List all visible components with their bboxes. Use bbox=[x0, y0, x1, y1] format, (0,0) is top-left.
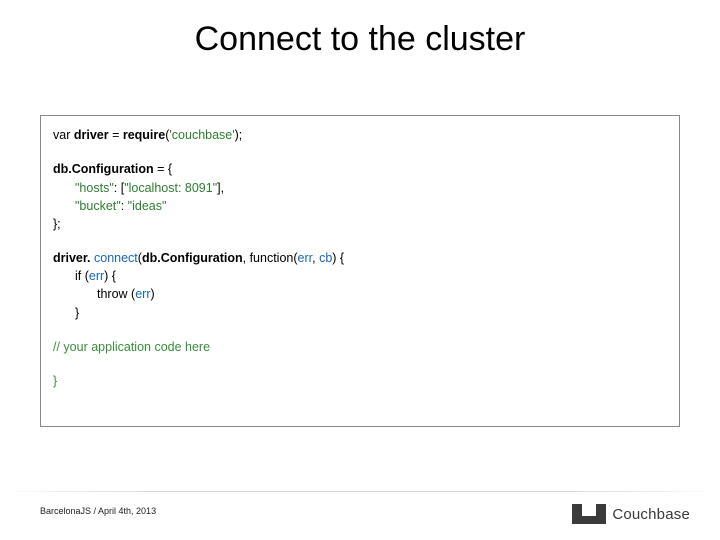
str-couchbase: 'couchbase' bbox=[169, 128, 234, 142]
code-line: } bbox=[53, 304, 667, 322]
code-line: "hosts": ["localhost: 8091"], bbox=[53, 179, 667, 197]
fn-connect: connect bbox=[94, 251, 138, 265]
blank-line bbox=[53, 322, 667, 338]
code-block: var driver = require('couchbase'); db.Co… bbox=[40, 115, 680, 427]
code-line: if (err) { bbox=[53, 267, 667, 285]
brand-logo: Couchbase bbox=[572, 504, 690, 524]
blank-line bbox=[53, 144, 667, 160]
fn-require: require bbox=[123, 128, 165, 142]
code-line: }; bbox=[53, 215, 667, 233]
blank-line bbox=[53, 356, 667, 372]
code-line: // your application code here bbox=[53, 338, 667, 356]
comment: your application code here bbox=[63, 340, 210, 354]
code-line: var driver = require('couchbase'); bbox=[53, 126, 667, 144]
couchbase-icon bbox=[572, 504, 606, 524]
code-line: } bbox=[53, 372, 667, 390]
id-driver: driver bbox=[74, 128, 109, 142]
slide: Connect to the cluster var driver = requ… bbox=[0, 0, 720, 540]
id-dbconfig: db.Configuration bbox=[53, 162, 154, 176]
slide-title: Connect to the cluster bbox=[0, 20, 720, 59]
divider bbox=[0, 491, 720, 492]
brand-name: Couchbase bbox=[612, 506, 690, 523]
code-line: db.Configuration = { bbox=[53, 160, 667, 178]
code-line: driver. connect(db.Configuration, functi… bbox=[53, 249, 667, 267]
code-line: throw (err) bbox=[53, 285, 667, 303]
blank-line bbox=[53, 233, 667, 249]
footer-text: BarcelonaJS / April 4th, 2013 bbox=[40, 506, 156, 516]
kw-var: var bbox=[53, 128, 74, 142]
code-line: "bucket": "ideas" bbox=[53, 197, 667, 215]
